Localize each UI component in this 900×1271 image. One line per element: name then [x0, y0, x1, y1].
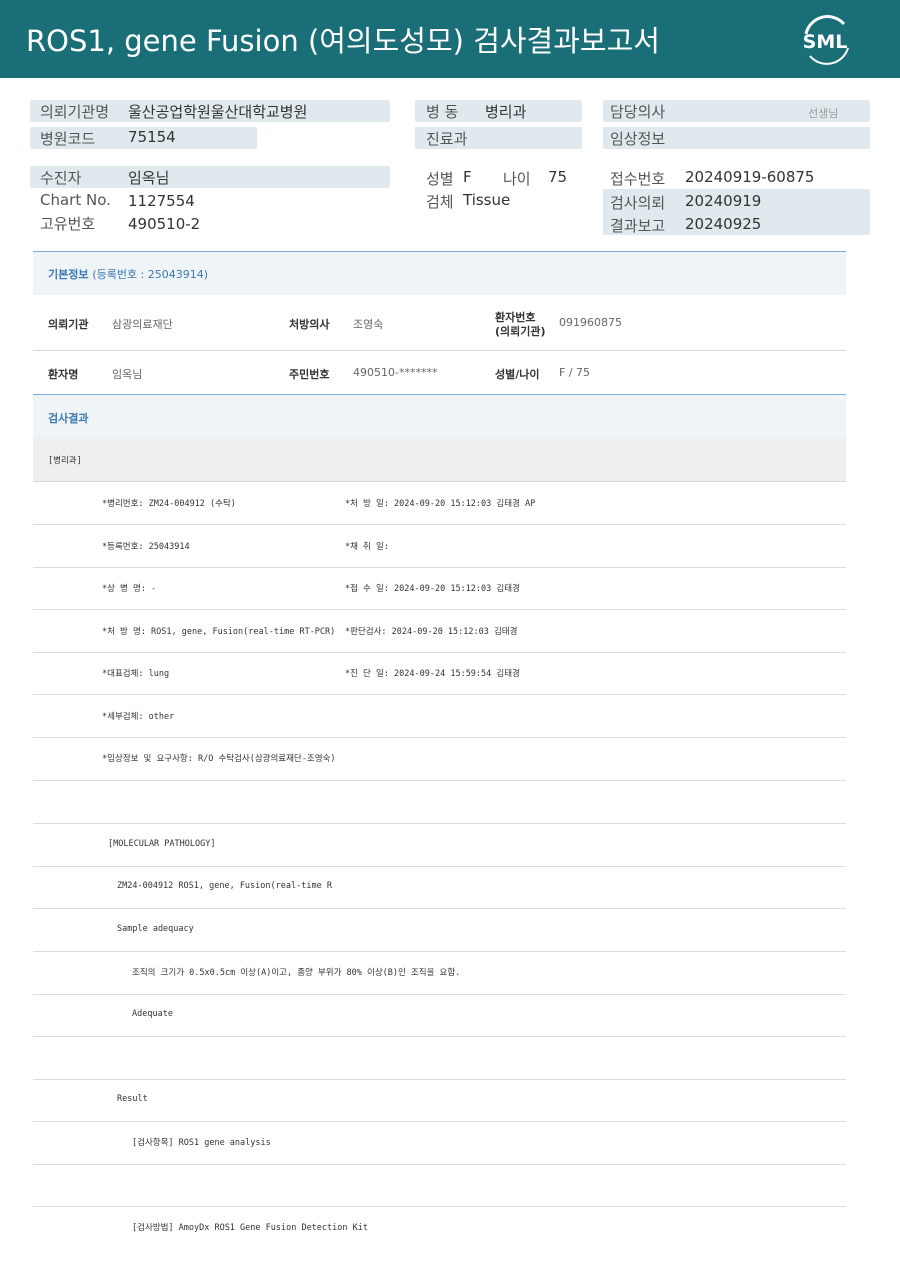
diagnosis-name: *상 병 명: - — [102, 584, 157, 594]
results-title: 검사결과 — [48, 412, 89, 425]
test-item: [검사항목] ROS1 gene analysis — [132, 1138, 271, 1148]
molecular-pathology-header: [MOLECULAR PATHOLOGY] — [108, 839, 216, 849]
sex-label: 성별 — [426, 170, 454, 188]
row-divider — [33, 780, 846, 781]
results-header: 검사결과 — [33, 394, 846, 438]
chart-value: 1127554 — [128, 192, 195, 210]
row-divider — [33, 694, 846, 695]
result-title: Result — [117, 1094, 148, 1104]
row-divider — [33, 866, 846, 867]
collection-date: *채 취 일: — [345, 542, 389, 552]
test-method: [검사방법] AmoyDx ROS1 Gene Fusion Detection… — [132, 1223, 368, 1233]
prescription-name: *처 방 명: ROS1, gene, Fusion(real-time RT-… — [102, 627, 336, 637]
basic-info-title: 기본정보 (등록번호 : 25043914) — [48, 268, 209, 281]
age-label: 나이 — [503, 170, 531, 188]
row-divider — [33, 1121, 846, 1122]
report-value: 20240925 — [685, 215, 762, 233]
registration-number: *등록번호: 25043914 — [102, 542, 190, 552]
request-value: 20240919 — [685, 192, 762, 210]
request-institution-value: 삼광의료재단 — [112, 318, 173, 331]
prescription-date: *처 방 일: 2024-09-20 15:12:03 김태경 AP — [345, 499, 536, 509]
rrn-value: 490510-******* — [353, 366, 438, 379]
main-specimen: *대표검체: lung — [102, 669, 170, 679]
specimen-label: 검체 — [426, 193, 454, 211]
svg-text:SML: SML — [803, 31, 848, 53]
row-divider — [33, 908, 846, 909]
basic-info-row-2: 환자명 임옥님 주민번호 490510-******* 성별/나이 F / 75 — [33, 351, 846, 394]
patient-label: 수진자 — [40, 169, 82, 187]
specimen-value: Tissue — [463, 191, 511, 209]
age-value: 75 — [548, 168, 568, 186]
row-divider — [33, 524, 846, 525]
request-label: 검사의뢰 — [610, 194, 666, 212]
patient-pill — [30, 166, 390, 188]
sample-adequacy-note: 조직의 크기가 0.5x0.5cm 이상(A)이고, 종양 부위가 80% 이상… — [132, 968, 461, 978]
report-label: 결과보고 — [610, 217, 666, 235]
doctor-label: 담당의사 — [610, 103, 666, 121]
unique-value: 490510-2 — [128, 215, 201, 233]
category-label: [병리과] — [48, 456, 82, 466]
report-header: ROS1, gene Fusion (여의도성모) 검사결과보고서 SML — [0, 0, 900, 78]
sex-age-value: F / 75 — [559, 366, 591, 379]
chart-label: Chart No. — [40, 191, 111, 209]
doctor-suffix: 선생님 — [808, 107, 839, 120]
clinical-request: *임상정보 및 요구사항: R/O 수탁검사(삼광의료재단-조영숙) — [102, 754, 336, 764]
row-divider — [33, 609, 846, 610]
rrn-label: 주민번호 — [289, 368, 330, 381]
molecular-case-line: ZM24-004912 ROS1, gene, Fusion(real-time… — [117, 881, 332, 891]
unique-label: 고유번호 — [40, 215, 96, 233]
row-divider — [33, 1206, 846, 1207]
sample-adequacy-value: Adequate — [132, 1009, 173, 1019]
row-divider — [33, 1164, 846, 1165]
sample-adequacy-title: Sample adequacy — [117, 924, 194, 934]
diagnosis-date: *진 단 일: 2024-09-24 15:59:54 김태경 — [345, 669, 520, 679]
dept-label: 진료과 — [426, 130, 468, 148]
hospital-code-label: 병원코드 — [40, 130, 96, 148]
basic-info-header: 기본정보 (등록번호 : 25043914) — [33, 251, 846, 295]
request-institution-label: 의뢰기관 — [48, 318, 89, 331]
row-divider — [33, 951, 846, 952]
row-divider — [33, 1079, 846, 1080]
row-divider — [33, 652, 846, 653]
prescriber-label: 처방의사 — [289, 318, 330, 331]
pathology-number: *병리번호: ZM24-004912 (수탁) — [102, 499, 236, 509]
hospital-code-value: 75154 — [128, 128, 176, 146]
clinical-label: 임상정보 — [610, 130, 666, 148]
patient-number-value: 091960875 — [559, 316, 622, 329]
category-row: [병리과] — [33, 438, 846, 482]
institution-value: 울산공업학원울산대학교병원 — [128, 103, 308, 121]
receipt-date: *접 수 일: 2024-09-20 15:12:03 김태경 — [345, 584, 520, 594]
registration-note: (등록번호 : 25043914) — [92, 268, 209, 281]
basic-info-row-1: 의뢰기관 삼광의료재단 처방의사 조영숙 환자번호 (의뢰기관) 0919608… — [33, 295, 846, 351]
receipt-value: 20240919-60875 — [685, 168, 815, 186]
prescriber-value: 조영숙 — [353, 318, 384, 331]
institution-label: 의뢰기관명 — [40, 103, 110, 121]
ward-value: 병리과 — [485, 103, 527, 121]
patient-name-label: 환자명 — [48, 368, 79, 381]
sex-age-label: 성별/나이 — [495, 368, 540, 381]
row-divider — [33, 567, 846, 568]
row-divider — [33, 1036, 846, 1037]
patient-value: 임옥님 — [128, 169, 170, 187]
patient-number-sublabel: (의뢰기관) — [495, 325, 546, 338]
receipt-label: 접수번호 — [610, 170, 666, 188]
row-divider — [33, 994, 846, 995]
report-title: ROS1, gene Fusion (여의도성모) 검사결과보고서 — [26, 24, 660, 58]
ward-label: 병 동 — [426, 103, 459, 121]
sml-logo-icon: SML — [803, 15, 849, 65]
patient-name-value: 임옥님 — [112, 368, 143, 381]
row-divider — [33, 823, 846, 824]
test-date: *판단검사: 2024-09-20 15:12:03 김태경 — [345, 627, 518, 637]
row-divider — [33, 737, 846, 738]
sex-value: F — [463, 168, 472, 186]
detail-specimen: *세부검체: other — [102, 712, 175, 722]
